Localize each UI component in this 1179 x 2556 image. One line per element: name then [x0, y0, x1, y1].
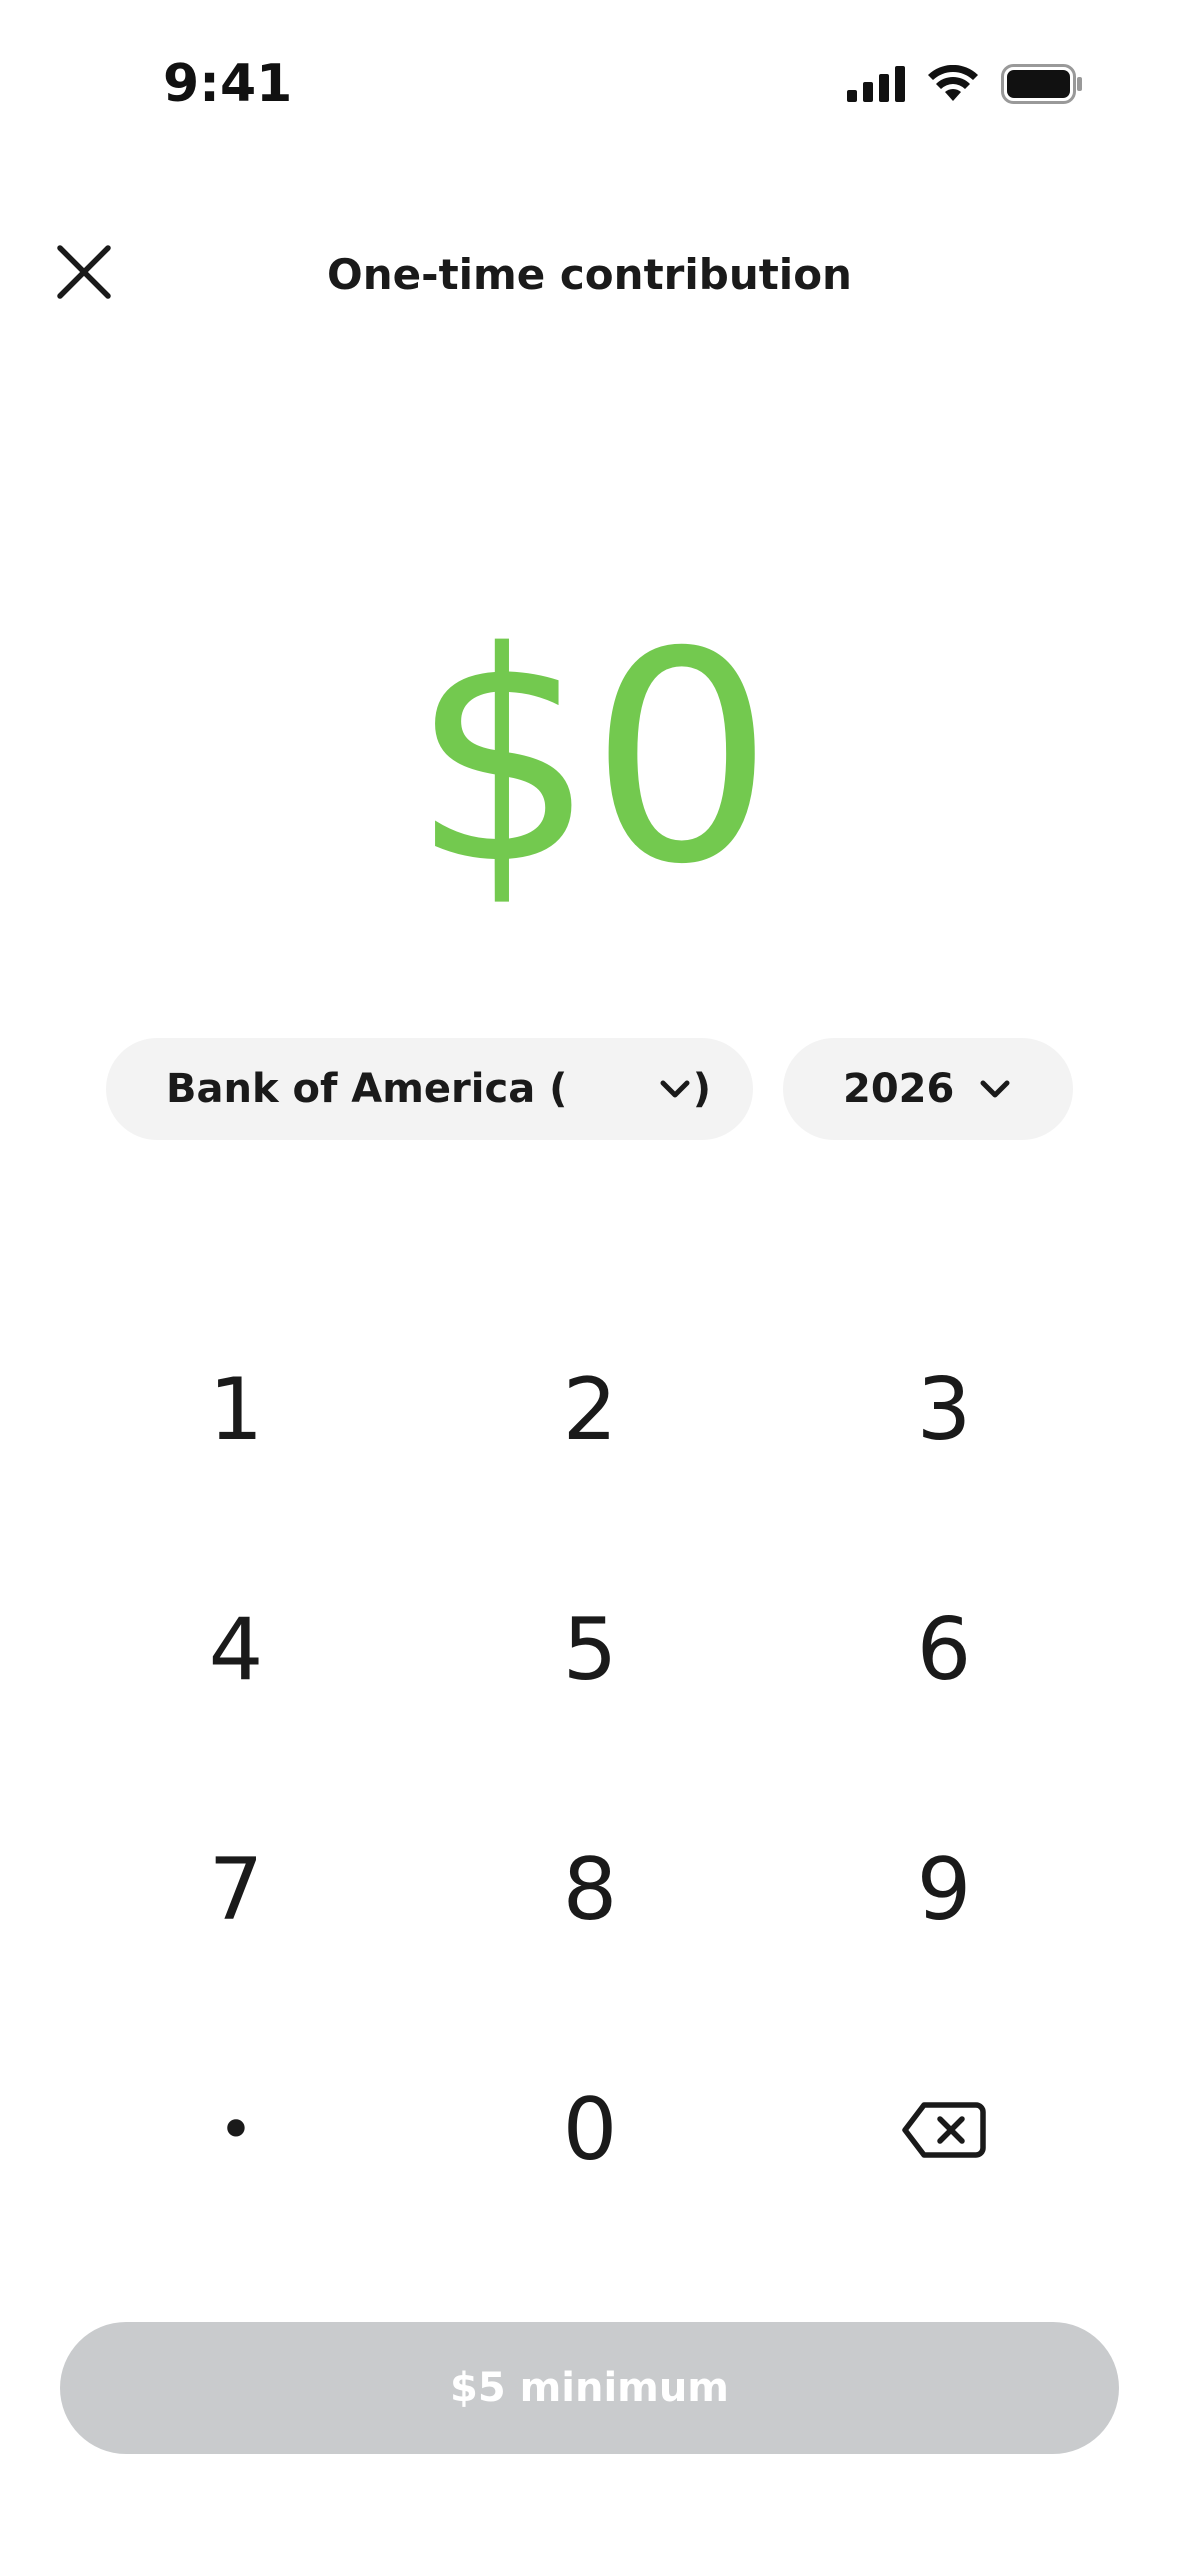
status-icons	[847, 64, 1083, 108]
wifi-icon	[927, 64, 979, 107]
page-title: One-time contribution	[327, 250, 852, 299]
amount-display: $0	[410, 591, 774, 928]
key-0[interactable]: 0	[440, 2030, 740, 2230]
year-selector[interactable]: 2026	[783, 1038, 1073, 1140]
status-time: 9:41	[163, 54, 293, 114]
key-9[interactable]: 9	[794, 1790, 1094, 1990]
key-decimal[interactable]: •	[86, 2030, 386, 2230]
battery-icon	[1001, 64, 1083, 108]
key-2[interactable]: 2	[440, 1310, 740, 1510]
submit-button-label: $5 minimum	[449, 2365, 729, 2411]
cellular-signal-icon	[847, 66, 905, 106]
status-bar: 9:41	[0, 0, 1179, 150]
key-6[interactable]: 6	[794, 1550, 1094, 1750]
key-4[interactable]: 4	[86, 1550, 386, 1750]
key-7[interactable]: 7	[86, 1790, 386, 1990]
key-8[interactable]: 8	[440, 1790, 740, 1990]
year-selector-label: 2026	[843, 1066, 955, 1112]
key-1[interactable]: 1	[86, 1310, 386, 1510]
backspace-button[interactable]	[794, 2030, 1094, 2230]
key-3[interactable]: 3	[794, 1310, 1094, 1510]
chevron-down-icon	[655, 1069, 695, 1109]
header: One-time contribution	[0, 220, 1179, 330]
submit-button[interactable]: $5 minimum	[60, 2322, 1119, 2454]
backspace-icon	[902, 2080, 986, 2180]
account-selector-label: Bank of America ( )	[166, 1066, 712, 1112]
chevron-down-icon	[975, 1069, 1015, 1109]
account-selector[interactable]: Bank of America ( )	[106, 1038, 753, 1140]
key-5[interactable]: 5	[440, 1550, 740, 1750]
